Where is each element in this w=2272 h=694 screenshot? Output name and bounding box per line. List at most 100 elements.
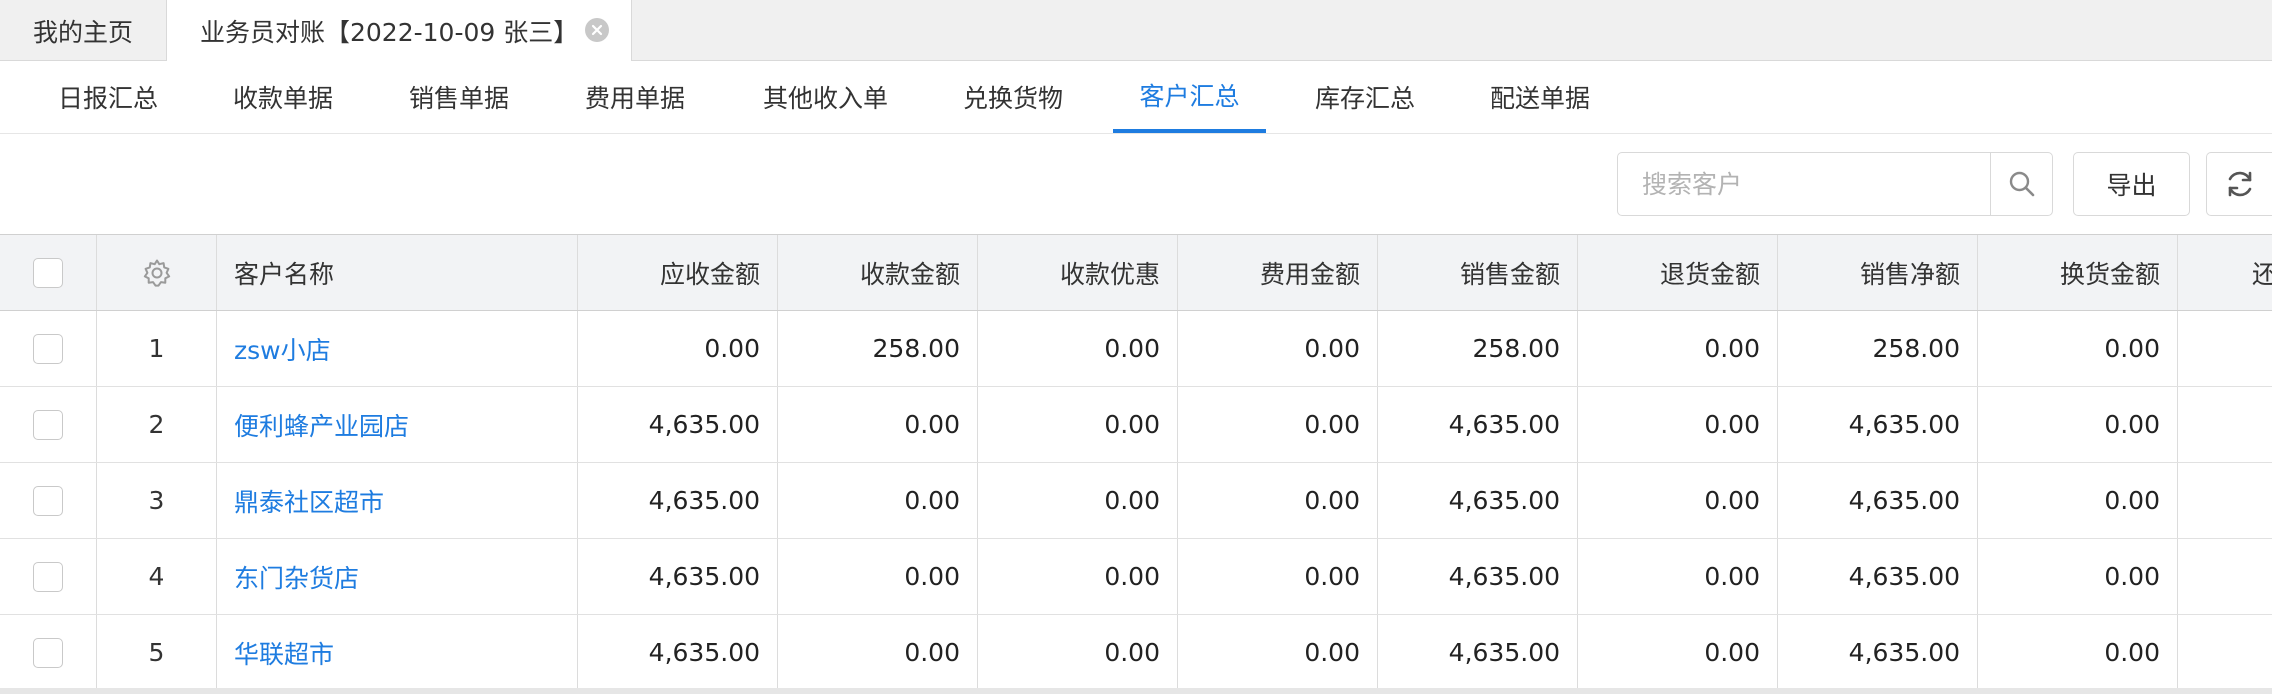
tab-active-label: 业务员对账【2022-10-09 张三】 [200, 18, 579, 47]
column-header-partial[interactable]: 还 [2178, 235, 2272, 310]
column-header-name[interactable]: 客户名称 [217, 235, 578, 310]
cell-partial [2178, 311, 2272, 386]
cell-collected: 0.00 [778, 615, 978, 690]
tab-label: 库存汇总 [1314, 84, 1415, 113]
tab-daily-summary[interactable]: 日报汇总 [38, 61, 178, 133]
cell-exchange: 0.00 [1978, 463, 2178, 538]
tab-delivery-docs[interactable]: 配送单据 [1470, 61, 1610, 133]
table-row: 5 华联超市 4,635.00 0.00 0.00 0.00 4,635.00 … [0, 615, 2272, 691]
cell-partial [2178, 539, 2272, 614]
table-row: 1 zsw小店 0.00 258.00 0.00 0.00 258.00 0.0… [0, 311, 2272, 387]
table-row: 2 便利蜂产业园店 4,635.00 0.00 0.00 0.00 4,635.… [0, 387, 2272, 463]
select-all-cell [0, 235, 97, 310]
cell-returns: 0.00 [1578, 387, 1778, 462]
tab-expense-docs[interactable]: 费用单据 [565, 61, 705, 133]
cell-collect-discount: 0.00 [978, 539, 1178, 614]
select-all-checkbox[interactable] [33, 257, 63, 288]
search-icon [2009, 171, 2034, 197]
row-customer-name-cell: 东门杂货店 [217, 539, 578, 614]
cell-net-sales: 4,635.00 [1778, 387, 1978, 462]
cell-receivable: 4,635.00 [578, 387, 778, 462]
cell-receivable: 4,635.00 [578, 615, 778, 690]
cell-receivable: 4,635.00 [578, 463, 778, 538]
tab-label: 其他收入单 [762, 84, 888, 113]
column-header-receivable[interactable]: 应收金额 [578, 235, 778, 310]
search-button[interactable] [1990, 153, 2052, 215]
row-index: 1 [97, 311, 217, 386]
customer-name-link[interactable]: 华联超市 [234, 635, 334, 671]
refresh-icon [2228, 171, 2251, 197]
cell-expense: 0.00 [1178, 463, 1378, 538]
close-icon[interactable] [585, 18, 609, 42]
column-header-net-sales[interactable]: 销售净额 [1778, 235, 1978, 310]
row-select-cell [0, 463, 97, 538]
tab-receipts[interactable]: 收款单据 [213, 61, 353, 133]
row-index: 4 [97, 539, 217, 614]
column-header-collected[interactable]: 收款金额 [778, 235, 978, 310]
column-header-exchange[interactable]: 换货金额 [1978, 235, 2178, 310]
column-header-sales[interactable]: 销售金额 [1378, 235, 1578, 310]
tab-label: 兑换货物 [962, 84, 1063, 113]
column-header-returns[interactable]: 退货金额 [1578, 235, 1778, 310]
export-button[interactable]: 导出 [2073, 152, 2190, 216]
cell-collect-discount: 0.00 [978, 311, 1178, 386]
customer-name-link[interactable]: 东门杂货店 [234, 559, 359, 595]
cell-net-sales: 4,635.00 [1778, 615, 1978, 690]
cell-sales: 4,635.00 [1378, 539, 1578, 614]
row-checkbox[interactable] [33, 561, 63, 592]
cell-net-sales: 4,635.00 [1778, 539, 1978, 614]
row-index: 2 [97, 387, 217, 462]
tab-sales-docs[interactable]: 销售单据 [389, 61, 529, 133]
row-customer-name-cell: 便利蜂产业园店 [217, 387, 578, 462]
row-select-cell [0, 539, 97, 614]
gear-icon[interactable] [141, 257, 173, 289]
tab-label: 日报汇总 [57, 84, 158, 113]
tab-exchange-goods[interactable]: 兑换货物 [943, 61, 1083, 133]
tab-label: 费用单据 [584, 84, 685, 113]
cell-net-sales: 258.00 [1778, 311, 1978, 386]
row-checkbox[interactable] [33, 485, 63, 516]
row-customer-name-cell: 鼎泰社区超市 [217, 463, 578, 538]
row-customer-name-cell: 华联超市 [217, 615, 578, 690]
customer-name-link[interactable]: 便利蜂产业园店 [234, 407, 409, 443]
export-button-label: 导出 [2106, 171, 2157, 200]
horizontal-scrollbar[interactable] [0, 688, 2272, 694]
cell-net-sales: 4,635.00 [1778, 463, 1978, 538]
cell-collected: 0.00 [778, 463, 978, 538]
row-checkbox[interactable] [33, 637, 63, 668]
tab-label: 收款单据 [232, 84, 333, 113]
cell-sales: 4,635.00 [1378, 463, 1578, 538]
row-customer-name-cell: zsw小店 [217, 311, 578, 386]
cell-receivable: 4,635.00 [578, 539, 778, 614]
column-header-expense[interactable]: 费用金额 [1178, 235, 1378, 310]
row-index: 3 [97, 463, 217, 538]
row-select-cell [0, 387, 97, 462]
refresh-button[interactable] [2206, 152, 2272, 216]
table-row: 4 东门杂货店 4,635.00 0.00 0.00 0.00 4,635.00… [0, 539, 2272, 615]
cell-returns: 0.00 [1578, 311, 1778, 386]
customer-summary-table: 客户名称 应收金额 收款金额 收款优惠 费用金额 销售金额 退货金额 销售净额 … [0, 234, 2272, 694]
cell-collected: 0.00 [778, 539, 978, 614]
tab-home[interactable]: 我的主页 [0, 0, 167, 61]
cell-returns: 0.00 [1578, 463, 1778, 538]
customer-name-link[interactable]: 鼎泰社区超市 [234, 483, 384, 519]
cell-sales: 4,635.00 [1378, 615, 1578, 690]
cell-returns: 0.00 [1578, 539, 1778, 614]
cell-exchange: 0.00 [1978, 615, 2178, 690]
tab-customer-summary[interactable]: 客户汇总 [1113, 61, 1266, 133]
cell-collected: 0.00 [778, 387, 978, 462]
cell-returns: 0.00 [1578, 615, 1778, 690]
cell-exchange: 0.00 [1978, 311, 2178, 386]
tab-inventory-summary[interactable]: 库存汇总 [1295, 61, 1435, 133]
search-input[interactable] [1618, 153, 1988, 215]
customer-name-link[interactable]: zsw小店 [234, 331, 331, 367]
row-checkbox[interactable] [33, 333, 63, 364]
row-checkbox[interactable] [33, 409, 63, 440]
customer-search [1617, 152, 2053, 216]
column-header-collect-discount[interactable]: 收款优惠 [978, 235, 1178, 310]
tab-salesman-reconciliation[interactable]: 业务员对账【2022-10-09 张三】 [167, 0, 632, 62]
cell-collect-discount: 0.00 [978, 387, 1178, 462]
tab-other-income[interactable]: 其他收入单 [748, 61, 903, 133]
tab-label: 销售单据 [408, 84, 509, 113]
cell-collected: 258.00 [778, 311, 978, 386]
